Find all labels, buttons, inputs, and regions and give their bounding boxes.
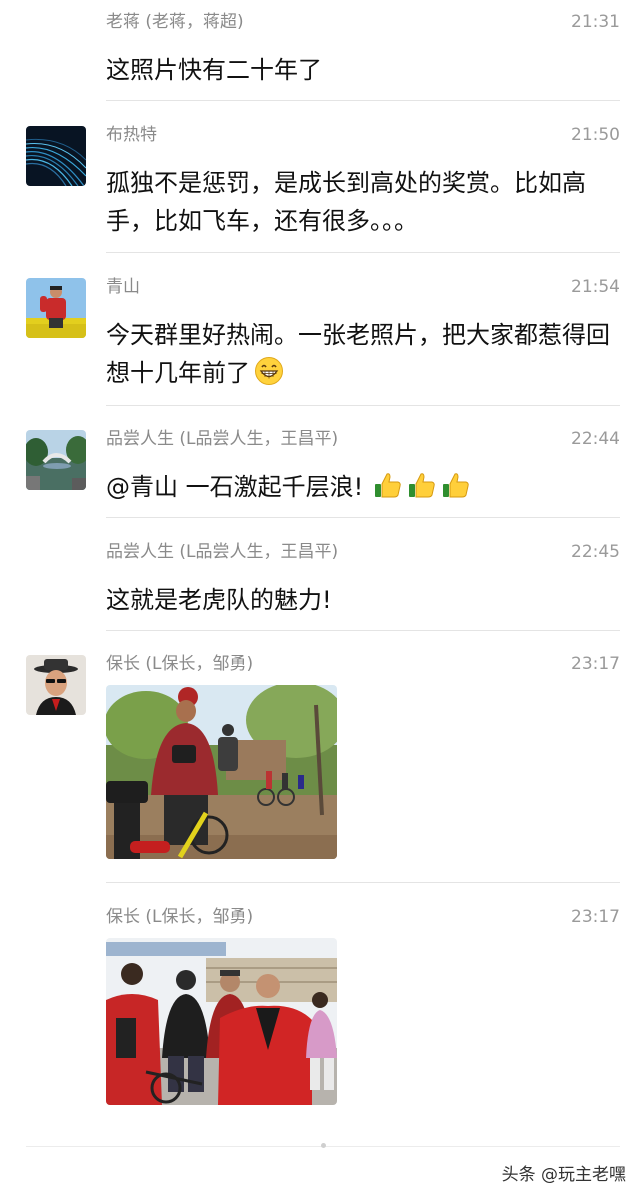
sender-name[interactable]: 布热特 [106,124,157,146]
sender-name[interactable]: 保长 (L保长，邹勇) [106,906,253,928]
avatar[interactable] [26,655,86,715]
message-time: 22:44 [571,429,620,449]
sender-name[interactable]: 保长 (L保长，邹勇) [106,653,253,675]
message-divider [106,100,620,101]
message-time: 21:54 [571,277,620,297]
page-indicator-dot [321,1143,326,1148]
sender-name[interactable]: 老蒋 (老蒋，蒋超) [106,11,244,33]
message-time: 23:17 [571,654,620,674]
message-time: 21:50 [571,125,620,145]
message-time: 22:45 [571,542,620,562]
message-divider [106,882,620,883]
avatar[interactable] [26,126,86,186]
group-photo[interactable] [106,938,337,1105]
sender-name[interactable]: 青山 [106,276,140,298]
thumbs-up-emoji-group [369,473,471,501]
message-divider [106,405,620,406]
thumbs-up-emoji [375,473,401,498]
watermark: 头条 @玩主老嘿 [501,1165,626,1185]
message-text-content: @青山 一石激起千层浪! [106,473,364,501]
thumbs-up-emoji [443,473,469,498]
message-time: 21:31 [571,12,620,32]
avatar-garden-bridge-image [26,430,86,490]
message-text[interactable]: 这照片快有二十年了 [106,51,616,89]
group-photo-image [106,938,337,1105]
sender-name[interactable]: 品尝人生 (L品尝人生，王昌平) [106,428,338,450]
avatar-man-with-hat-image [26,655,86,715]
message-text-content: 今天群里好热闹。一张老照片，把大家都惹得回想十几年前了 [106,321,610,387]
cyclists-photo[interactable] [106,685,337,859]
message-divider [106,252,620,253]
message-divider [106,630,620,631]
message-text[interactable]: 孤独不是惩罚，是成长到高处的奖赏。比如高手，比如飞车，还有很多。。。 [106,164,616,240]
cyclists-photo-image [106,685,337,859]
grinning-face-emoji [255,357,283,385]
avatar[interactable] [26,430,86,490]
message-text[interactable]: 这就是老虎队的魅力! [106,581,616,619]
message-divider [106,517,620,518]
message-time: 23:17 [571,907,620,927]
avatar[interactable] [26,278,86,338]
message-text[interactable]: @青山 一石激起千层浪! [106,468,616,506]
thumbs-up-emoji [409,473,435,498]
sender-name[interactable]: 品尝人生 (L品尝人生，王昌平) [106,541,338,563]
message-text[interactable]: 今天群里好热闹。一张老照片，把大家都惹得回想十几年前了 [106,316,616,392]
avatar-person-in-field-image [26,278,86,338]
avatar-abstract-lines-image [26,126,86,186]
